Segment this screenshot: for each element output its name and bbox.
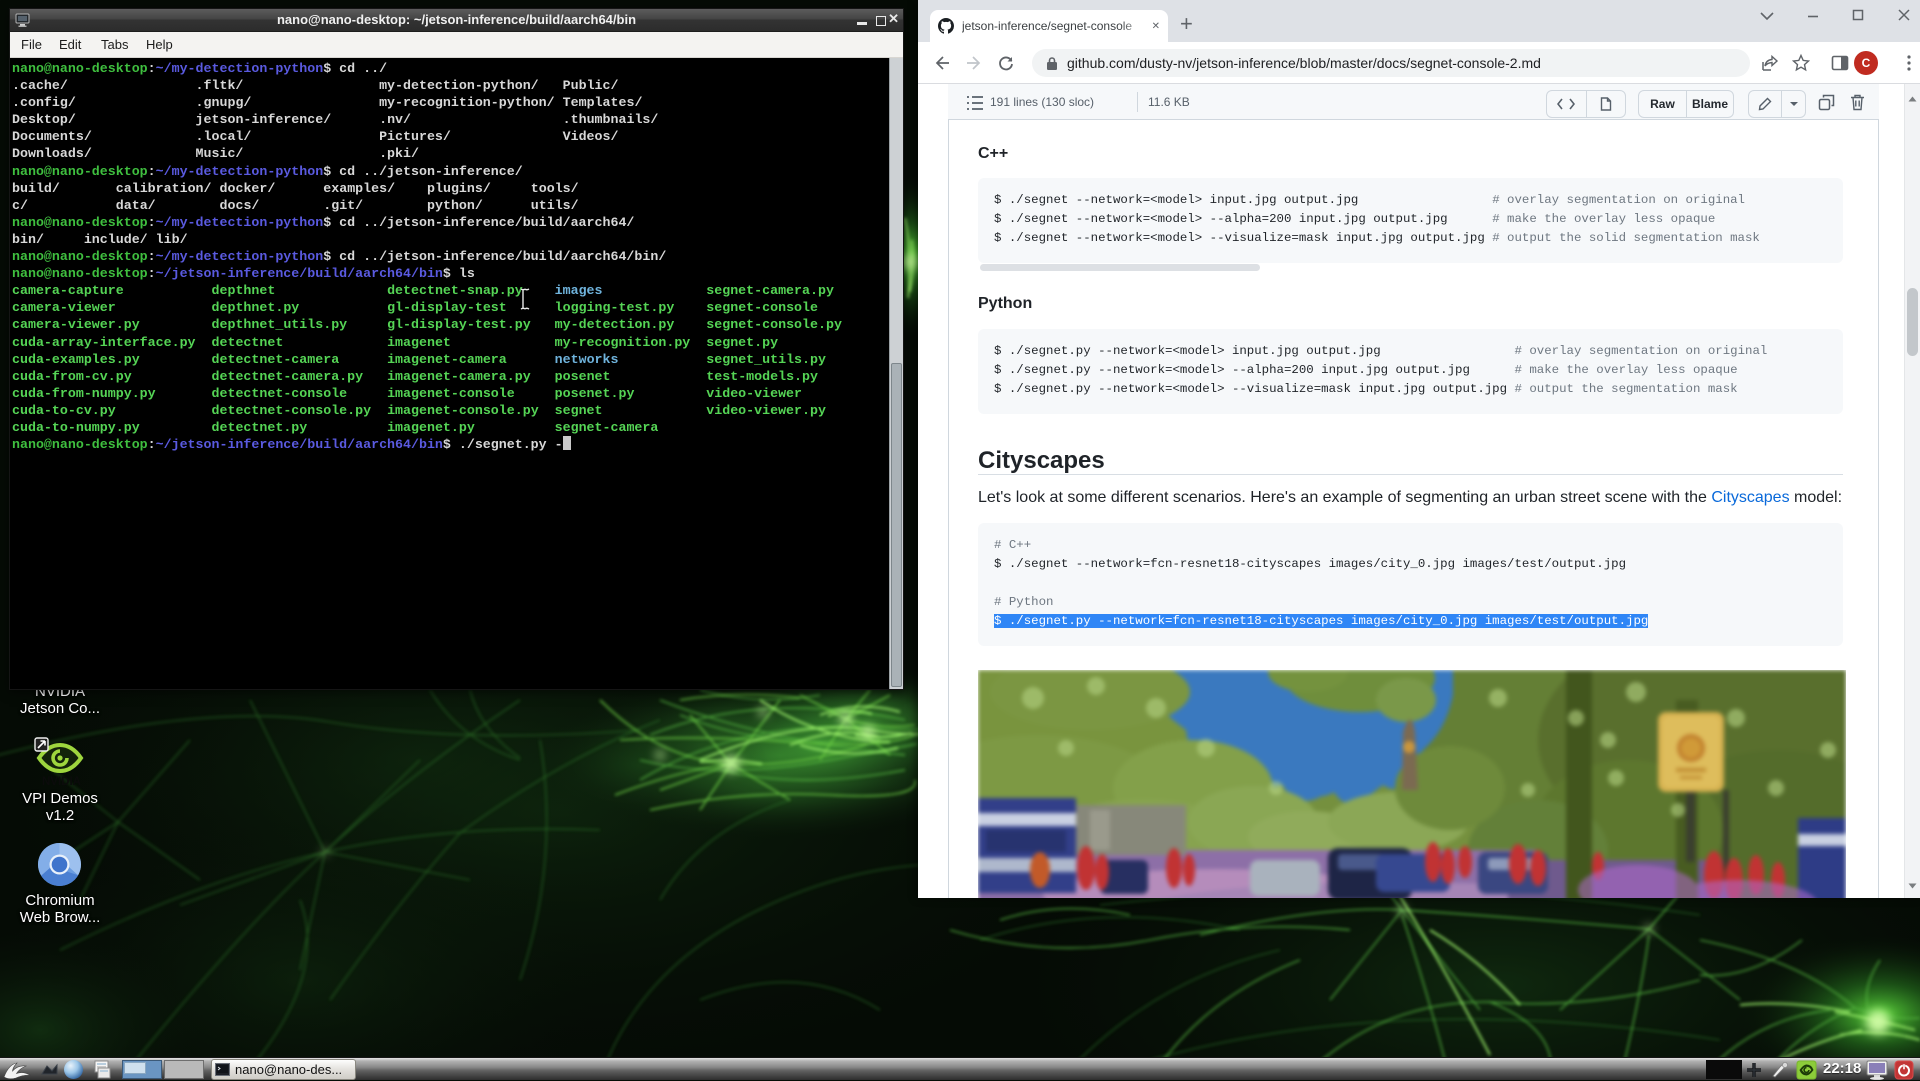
svg-text:NVIDIA: NVIDIA bbox=[42, 776, 81, 788]
